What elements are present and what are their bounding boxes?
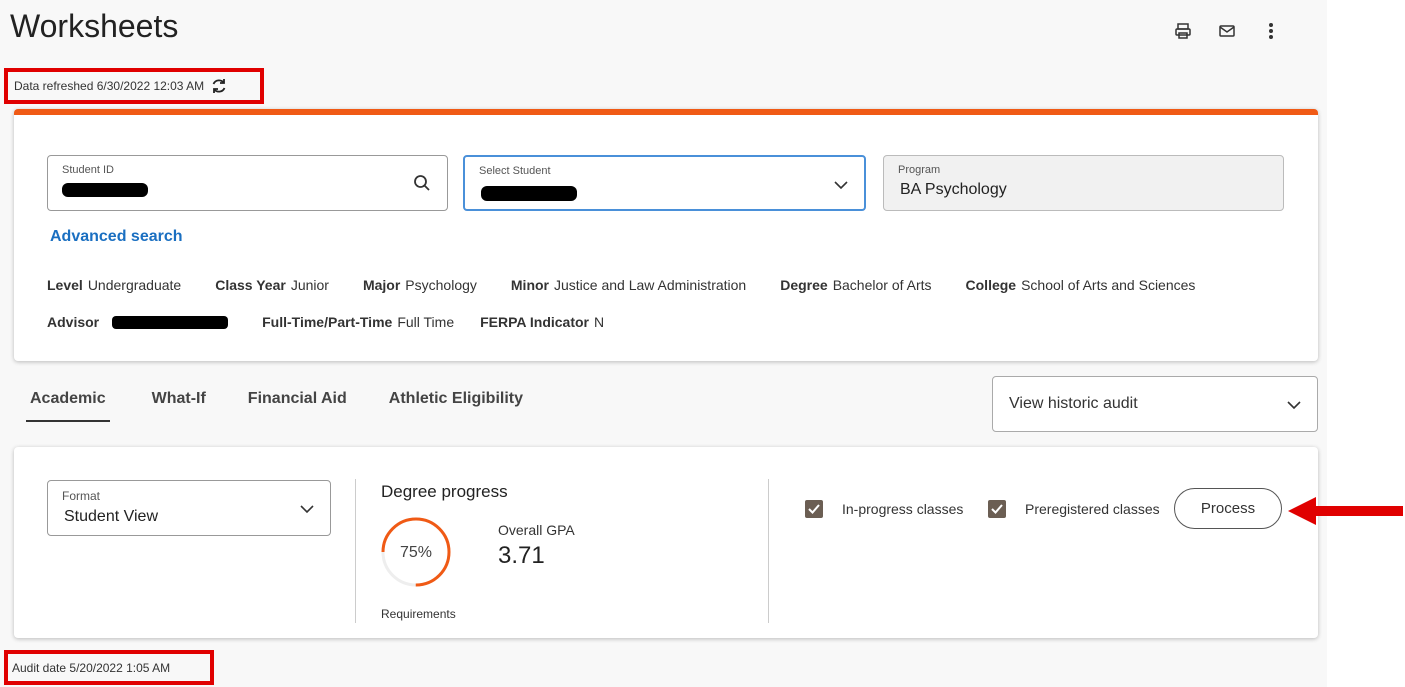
chevron-down-icon	[300, 501, 314, 519]
student-info-row-2: Advisor Full-Time/Part-Time Full Time FER…	[47, 314, 605, 330]
chevron-down-icon	[1287, 397, 1301, 415]
inprogress-checkbox[interactable]	[805, 500, 823, 518]
progress-percent: 75%	[400, 544, 432, 561]
refreshed-value: 6/30/2022 12:03 AM	[96, 79, 205, 93]
tab-academic[interactable]: Academic	[26, 390, 110, 422]
student-id-field[interactable]: Student ID	[47, 155, 448, 211]
tab-athletic-eligibility[interactable]: Athletic Eligibility	[389, 390, 523, 422]
preregistered-label: Preregistered classes	[1025, 501, 1160, 517]
requirements-label: Requirements	[381, 607, 456, 621]
student-card: Student ID Select Student Program BA Psy…	[14, 109, 1318, 361]
annotation-arrow	[1288, 497, 1403, 525]
header-actions	[1172, 20, 1282, 42]
tab-financial-aid[interactable]: Financial Aid	[248, 390, 347, 422]
historic-audit-label: View historic audit	[1009, 395, 1138, 412]
select-student-field[interactable]: Select Student	[463, 155, 866, 211]
audit-date: Audit date 5/20/2022 1:05 AM	[4, 650, 214, 685]
search-icon[interactable]	[413, 174, 431, 197]
preregistered-checkbox[interactable]	[988, 500, 1006, 518]
data-refreshed: Data refreshed 6/30/2022 12:03 AM	[4, 68, 264, 104]
divider	[355, 479, 356, 623]
format-select[interactable]: Format Student View	[47, 480, 331, 536]
advanced-search-link[interactable]: Advanced search	[50, 228, 183, 246]
redacted-student-id	[62, 183, 148, 197]
refreshed-label: Data refreshed	[14, 79, 94, 93]
print-icon[interactable]	[1172, 20, 1194, 42]
chevron-down-icon[interactable]	[834, 177, 848, 195]
format-label: Format	[62, 489, 101, 503]
page: Worksheets Data refreshed 6/30/2022 12:0…	[0, 0, 1327, 687]
worksheet-tabs: Academic What-If Financial Aid Athletic …	[26, 390, 565, 422]
progress-ring: 75%	[381, 517, 451, 587]
page-title: Worksheets	[10, 8, 179, 44]
gpa-label: Overall GPA	[498, 522, 575, 538]
more-vertical-icon[interactable]	[1260, 20, 1282, 42]
program-value: BA Psychology	[900, 181, 1007, 198]
audit-date-label: Audit date	[12, 660, 67, 675]
historic-audit-select[interactable]: View historic audit	[992, 376, 1318, 432]
program-field: Program BA Psychology	[883, 155, 1284, 211]
select-student-label: Select Student	[479, 165, 551, 177]
format-value: Student View	[64, 508, 158, 525]
inprogress-label: In-progress classes	[842, 501, 964, 517]
refresh-icon[interactable]	[210, 77, 228, 95]
divider	[768, 479, 769, 623]
gpa-value: 3.71	[498, 542, 545, 569]
redacted-advisor	[112, 315, 229, 329]
process-button[interactable]: Process	[1174, 488, 1282, 529]
audit-date-value: 5/20/2022 1:05 AM	[69, 660, 171, 675]
mail-icon[interactable]	[1216, 20, 1238, 42]
tab-what-if[interactable]: What-If	[152, 390, 206, 422]
program-label: Program	[898, 164, 941, 176]
redacted-student-name	[481, 186, 577, 201]
audit-card: Format Student View Degree progress 75% …	[14, 447, 1318, 638]
student-id-label: Student ID	[62, 164, 114, 176]
student-info-row-1: Level Undergraduate Class Year Junior Majo…	[47, 277, 1196, 293]
degree-progress-title: Degree progress	[381, 482, 508, 501]
